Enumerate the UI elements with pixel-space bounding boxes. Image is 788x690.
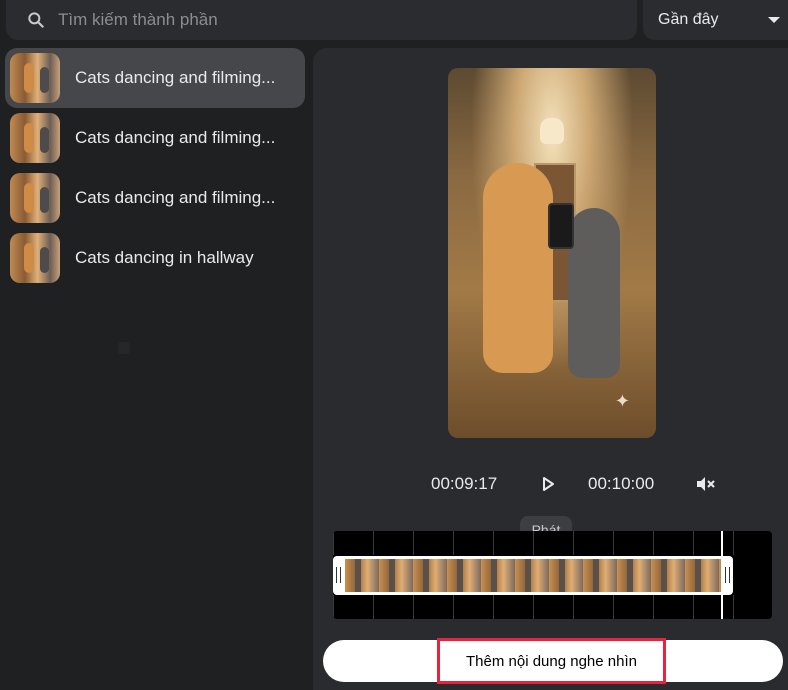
current-time: 00:09:17 <box>431 474 498 493</box>
play-icon[interactable] <box>541 477 555 491</box>
sort-selected-value: Gần đây <box>658 11 719 28</box>
sparkle-icon: ✦ <box>614 391 630 411</box>
trim-handle-right[interactable] <box>725 567 730 583</box>
lamp-shape <box>540 118 564 144</box>
total-time: 00:10:00 <box>588 474 655 493</box>
search-input[interactable] <box>56 9 580 31</box>
decorative-dot <box>118 342 130 354</box>
playhead[interactable] <box>721 531 723 619</box>
timeline-track-top <box>333 531 772 555</box>
orange-cat-shape <box>483 163 553 373</box>
timeline[interactable] <box>333 531 772 619</box>
trim-handle-left[interactable] <box>336 567 341 583</box>
asset-thumbnail <box>10 113 60 163</box>
clip-frames <box>345 559 721 592</box>
asset-title: Cats dancing and filming... <box>75 68 276 87</box>
asset-list-item[interactable]: Cats dancing and filming... <box>5 108 305 168</box>
sort-dropdown[interactable]: Gần đây <box>643 0 788 40</box>
phone-shape <box>548 203 574 249</box>
chevron-down-icon <box>768 17 780 23</box>
video-preview[interactable]: ✦ <box>448 68 656 438</box>
asset-title: Cats dancing and filming... <box>75 188 276 207</box>
timeline-track-bottom <box>333 595 772 619</box>
asset-list-item[interactable]: Cats dancing and filming... <box>5 168 305 228</box>
asset-list: Cats dancing and filming... Cats dancing… <box>0 48 310 288</box>
clip-strip[interactable] <box>333 556 733 595</box>
add-media-button[interactable]: Thêm nội dung nghe nhìn <box>437 638 666 684</box>
asset-thumbnail <box>10 53 60 103</box>
search-icon <box>28 12 44 28</box>
volume-off-icon[interactable] <box>696 475 716 493</box>
asset-thumbnail <box>10 233 60 283</box>
asset-thumbnail <box>10 173 60 223</box>
asset-list-item[interactable]: Cats dancing and filming... <box>5 48 305 108</box>
asset-title: Cats dancing in hallway <box>75 248 254 267</box>
asset-title: Cats dancing and filming... <box>75 128 276 147</box>
asset-list-item[interactable]: Cats dancing in hallway <box>5 228 305 288</box>
gray-cat-shape <box>568 208 620 378</box>
search-bar[interactable] <box>6 0 637 40</box>
